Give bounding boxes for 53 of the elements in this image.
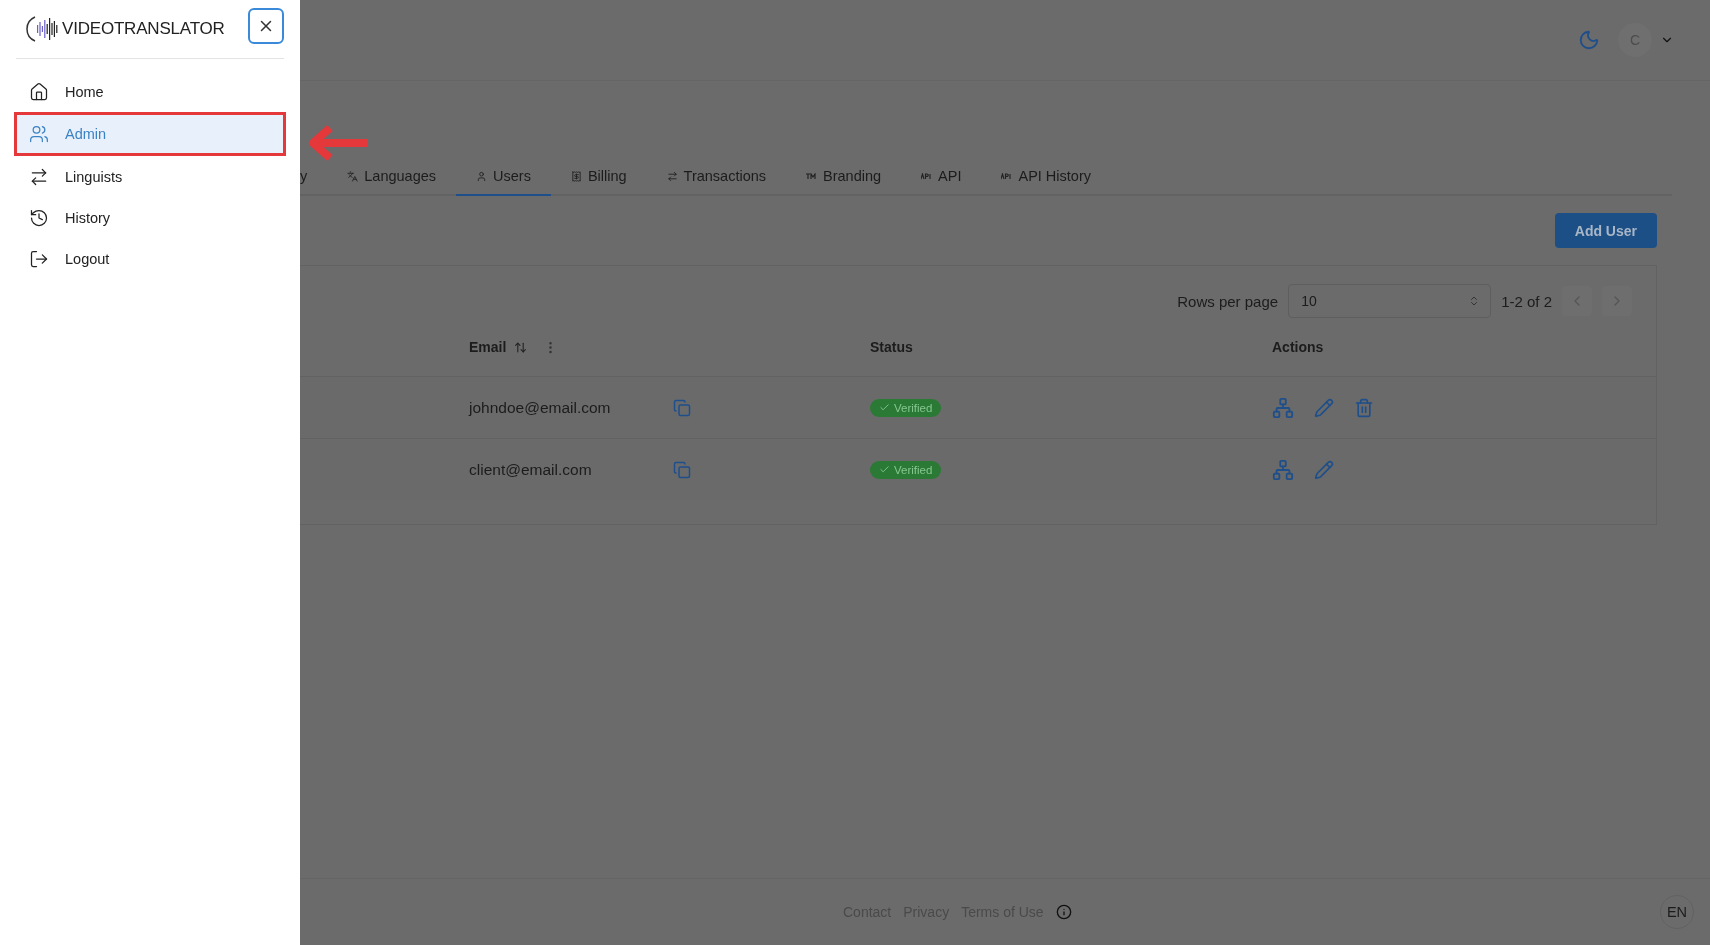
nav-item[interactable]: History	[14, 197, 286, 238]
home-icon	[29, 81, 49, 102]
language-button[interactable]: EN	[1660, 895, 1694, 929]
swap-icon	[666, 170, 678, 182]
tab[interactable]: y	[300, 158, 328, 196]
copy-icon[interactable]	[673, 398, 691, 417]
nav-item[interactable]: Logout	[14, 238, 286, 279]
trash-icon[interactable]	[1354, 397, 1374, 418]
history-icon	[29, 207, 49, 228]
users-icon	[29, 124, 49, 144]
swap-icon	[29, 166, 49, 187]
nav-item[interactable]: Home	[14, 71, 286, 112]
hierarchy-icon[interactable]	[1272, 396, 1294, 419]
edit-icon[interactable]	[1314, 397, 1334, 418]
hierarchy-icon[interactable]	[1272, 458, 1294, 481]
email-cell: client@email.com	[469, 460, 592, 479]
close-button[interactable]	[248, 8, 284, 44]
user-icon	[476, 170, 487, 182]
column-header: Actions	[1272, 339, 1324, 355]
arrow-icon	[308, 124, 370, 162]
tab[interactable]: Branding	[786, 158, 902, 196]
receipt-icon	[570, 170, 582, 182]
email-cell: johndoe@email.com	[469, 398, 611, 417]
tab[interactable]: Transactions	[646, 158, 787, 196]
info-icon[interactable]	[1055, 904, 1072, 920]
rows-per-page-select[interactable]: 10	[1288, 284, 1492, 318]
api-icon	[1001, 172, 1013, 180]
api-icon	[921, 172, 933, 180]
tab[interactable]: Billing	[550, 158, 647, 196]
check-icon	[879, 464, 890, 475]
copy-icon[interactable]	[673, 460, 691, 479]
add-user-button[interactable]: Add User	[1554, 213, 1657, 248]
tab[interactable]: API History	[981, 158, 1111, 196]
edit-icon[interactable]	[1314, 459, 1334, 480]
nav-item[interactable]: Linguists	[14, 156, 286, 197]
moon-icon[interactable]	[1578, 29, 1600, 51]
page-range: 1-2 of 2	[1501, 292, 1552, 310]
logo-text: VIDEOTRANSLATOR	[62, 19, 225, 39]
sort-icon[interactable]	[514, 340, 528, 354]
tab[interactable]: Languages	[327, 158, 456, 196]
tab[interactable]: Users	[456, 158, 551, 196]
tab[interactable]: API	[901, 158, 982, 196]
logo-icon	[26, 14, 60, 44]
status-badge: Verified	[870, 460, 942, 479]
translate-icon	[347, 170, 359, 182]
nav-item[interactable]: Admin	[14, 112, 286, 156]
column-header: Email	[469, 339, 507, 355]
column-header: Status	[870, 339, 913, 355]
rows-per-page-label: Rows per page	[1177, 292, 1279, 310]
status-badge: Verified	[870, 398, 942, 417]
trademark-icon	[806, 172, 818, 180]
check-icon	[879, 402, 890, 413]
logout-icon	[29, 248, 49, 269]
